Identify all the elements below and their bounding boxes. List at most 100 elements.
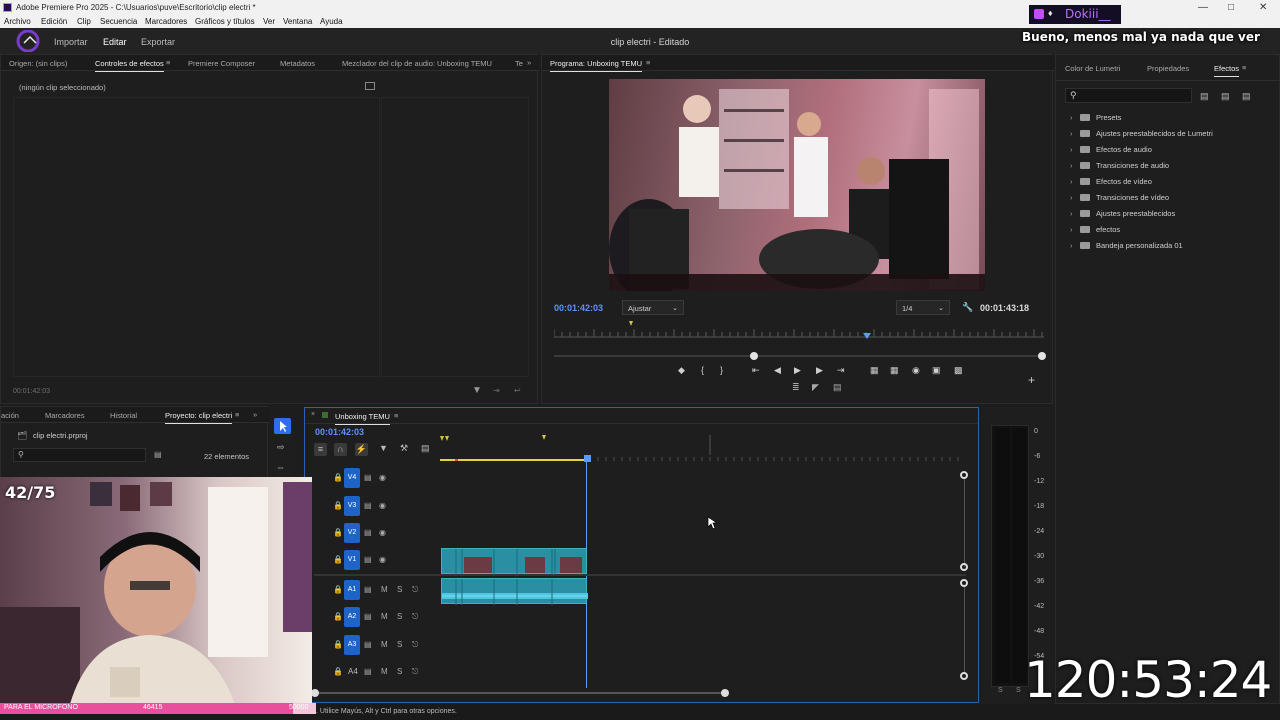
track-target-v4[interactable]: V4 — [344, 468, 360, 488]
add-marker-icon[interactable]: ▼ — [379, 443, 388, 453]
lock-icon[interactable]: 🔒 — [333, 612, 343, 621]
solo-button[interactable]: S — [397, 612, 402, 621]
marker-icon[interactable]: ◆ — [678, 365, 685, 376]
sync-icon[interactable]: ▤ — [364, 640, 372, 649]
tab-te[interactable]: Te — [515, 59, 523, 68]
wrench-icon[interactable]: ⚒ — [400, 443, 408, 454]
menu-ver[interactable]: Ver — [263, 17, 275, 26]
multicam-icon[interactable]: ▩ — [954, 365, 963, 376]
lift-icon[interactable]: ▦ — [870, 365, 879, 376]
tab-marcadores[interactable]: Marcadores — [45, 411, 85, 420]
32bit-effects-icon[interactable]: ▤ — [1221, 91, 1230, 102]
zoom-handle-right[interactable] — [1038, 352, 1046, 360]
effects-folder-audio-transitions[interactable]: › Transiciones de audio — [1070, 161, 1169, 170]
tab-proyecto[interactable]: Proyecto: clip electri — [165, 411, 233, 424]
tab-metadatos[interactable]: Metadatos — [280, 59, 315, 68]
zoom-scrollbar[interactable] — [554, 352, 1046, 360]
tab-efectos[interactable]: Efectos — [1214, 64, 1240, 77]
sync-icon[interactable]: ▤ — [364, 585, 372, 594]
effects-folder-presets-2[interactable]: › Ajustes preestablecidos — [1070, 209, 1175, 218]
chrome-close-icon[interactable]: ✕ — [1259, 2, 1267, 13]
tab-propiedades[interactable]: Propiedades — [1147, 64, 1189, 73]
lock-icon[interactable]: 🔒 — [333, 585, 343, 594]
tab-lumetri-color[interactable]: Color de Lumetri — [1065, 64, 1120, 73]
mute-button[interactable]: M — [381, 667, 388, 676]
tab-overflow-icon[interactable]: » — [527, 58, 531, 67]
eye-icon[interactable]: ◉ — [379, 555, 386, 564]
track-divider[interactable] — [314, 574, 966, 576]
menu-edicion[interactable]: Edición — [41, 17, 67, 26]
panel-menu-icon[interactable]: ≡ — [166, 58, 170, 67]
track-target-a1[interactable]: A1 — [344, 580, 360, 600]
audio-scrollbar[interactable] — [964, 587, 965, 673]
audio-clip-a1[interactable] — [441, 578, 588, 605]
track-target-a3[interactable]: A3 — [344, 635, 360, 655]
solo-button[interactable]: S — [397, 585, 402, 594]
play-icon[interactable]: ▶ — [794, 365, 801, 376]
comparison-view-icon[interactable]: ▣ — [932, 365, 941, 376]
effects-folder-lumetri-presets[interactable]: › Ajustes preestablecidos de Lumetri — [1070, 129, 1213, 138]
video-scroll-bottom[interactable] — [960, 563, 968, 571]
audio-scroll-top[interactable] — [960, 579, 968, 587]
hscroll-handle-left[interactable] — [311, 689, 319, 697]
snap-icon[interactable]: ∩ — [334, 443, 347, 456]
export-frame-icon[interactable]: ◉ — [912, 365, 920, 376]
goto-out-icon[interactable]: ⇥ — [837, 365, 845, 376]
export-icon[interactable]: ↩ — [514, 386, 521, 395]
chrome-minimize-icon[interactable]: — — [1198, 2, 1208, 13]
menu-clip[interactable]: Clip — [77, 17, 91, 26]
microphone-icon[interactable]: ⎋ — [412, 667, 418, 677]
menu-graficos[interactable]: Gráficos y títulos — [195, 17, 255, 26]
chrome-maximize-icon[interactable]: □ — [1228, 2, 1234, 13]
safe-margins-icon[interactable]: ◤ — [812, 382, 819, 393]
mark-in-icon[interactable]: { — [701, 365, 704, 375]
extract-icon[interactable]: ▦ — [890, 365, 899, 376]
tab-premiere-composer[interactable]: Premiere Composer — [188, 59, 255, 68]
solo-right-button[interactable]: S — [1016, 687, 1021, 694]
yuv-effects-icon[interactable]: ▤ — [1242, 91, 1251, 102]
zoom-handle-left[interactable] — [750, 352, 758, 360]
trim-icon[interactable]: ≣ — [792, 382, 800, 393]
effects-folder-video-effects[interactable]: › Efectos de vídeo — [1070, 177, 1152, 186]
effects-search-input[interactable]: ⚲ — [1065, 88, 1192, 103]
panel-menu-icon[interactable]: ≡ — [394, 411, 398, 420]
sync-icon[interactable]: ▤ — [364, 667, 372, 676]
effects-folder-video-transitions[interactable]: › Transiciones de vídeo — [1070, 193, 1169, 202]
audio-scroll-bottom[interactable] — [960, 672, 968, 680]
tab-informacion[interactable]: ación — [1, 411, 19, 420]
video-clip-v1[interactable] — [441, 548, 587, 575]
menu-secuencia[interactable]: Secuencia — [100, 17, 137, 26]
video-scroll-top[interactable] — [960, 471, 968, 479]
track-target-v3[interactable]: V3 — [344, 496, 360, 516]
sync-icon[interactable]: ▤ — [364, 555, 372, 564]
playhead-handle[interactable] — [584, 455, 591, 462]
add-button-icon[interactable]: + — [1028, 373, 1035, 387]
effects-folder-custom-bin[interactable]: › Bandeja personalizada 01 — [1070, 241, 1183, 250]
track-target-v2[interactable]: V2 — [344, 523, 360, 543]
panel-menu-icon[interactable]: ≡ — [1242, 63, 1246, 72]
captions-icon[interactable]: ▤ — [421, 443, 430, 454]
effects-folder-presets[interactable]: › Presets — [1070, 113, 1121, 122]
tab-source[interactable]: Origen: (sin clips) — [9, 59, 67, 68]
track-label-a4[interactable]: A4 — [348, 667, 358, 676]
wrench-icon[interactable]: 🔧 — [962, 302, 973, 313]
lock-icon[interactable]: 🔒 — [333, 501, 343, 510]
mute-button[interactable]: M — [381, 585, 388, 594]
lock-icon[interactable]: 🔒 — [333, 640, 343, 649]
step-back-icon[interactable]: ◀ — [774, 365, 781, 376]
menu-archivo[interactable]: Archivo — [4, 17, 31, 26]
sync-icon[interactable]: ▤ — [364, 473, 372, 482]
accelerated-effects-icon[interactable]: ▤ — [1200, 91, 1209, 102]
new-bin-icon[interactable]: ▤ — [154, 450, 162, 459]
sync-icon[interactable]: ▤ — [364, 612, 372, 621]
hscroll-handle-right[interactable] — [721, 689, 729, 697]
video-scrollbar[interactable] — [964, 479, 965, 567]
eye-icon[interactable]: ◉ — [379, 528, 386, 537]
tab-effect-controls[interactable]: Controles de efectos — [95, 59, 164, 72]
timeline-ruler[interactable] — [440, 430, 964, 462]
effects-folder-efectos[interactable]: › efectos — [1070, 225, 1120, 234]
microphone-icon[interactable]: ⎋ — [412, 612, 418, 622]
ripple-edit-icon[interactable]: ⇔ — [276, 462, 285, 472]
menu-ventana[interactable]: Ventana — [283, 17, 312, 26]
eye-icon[interactable]: ◉ — [379, 501, 386, 510]
